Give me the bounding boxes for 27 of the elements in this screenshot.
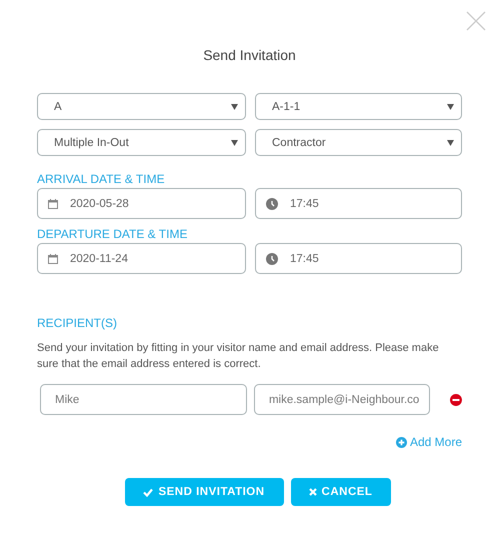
- caret-icon: [231, 140, 238, 146]
- section-label: RECIPIENT(S): [37, 316, 118, 330]
- name-field[interactable]: Mike: [40, 384, 247, 415]
- caret-icon: [231, 104, 238, 110]
- section-label: ARRIVAL DATE & TIME: [37, 172, 166, 186]
- dropdown[interactable]: A: [37, 93, 246, 120]
- dialog-title: Send Invitation: [202, 47, 297, 65]
- email-field[interactable]: mike.sample@i-Neighbour.co: [254, 384, 430, 415]
- instructions-text: Send your invitation by fitting in your visitor name and email address. Please make sure that the email address entered is correct.: [37, 341, 440, 372]
- caret-icon: [447, 140, 454, 146]
- clock-icon: [266, 198, 278, 210]
- clock-icon: [266, 252, 278, 264]
- section-label: DEPARTURE DATE & TIME: [37, 227, 188, 241]
- calendar-icon: [48, 198, 58, 208]
- check-icon: [143, 488, 154, 496]
- calendar-icon: [48, 254, 58, 264]
- close-icon: [308, 488, 317, 496]
- time-field[interactable]: 17:45: [255, 243, 462, 274]
- time-field[interactable]: 17:45: [255, 188, 462, 219]
- dropdown[interactable]: Contractor: [255, 129, 462, 156]
- caret-icon: [447, 104, 454, 110]
- plus-icon: [396, 436, 407, 448]
- remove-icon[interactable]: [450, 394, 462, 406]
- dropdown[interactable]: Multiple In-Out: [37, 129, 246, 156]
- date-field[interactable]: 2020-11-24: [37, 243, 246, 274]
- dropdown[interactable]: A-1-1: [255, 93, 462, 120]
- date-field[interactable]: 2020-05-28: [37, 188, 246, 219]
